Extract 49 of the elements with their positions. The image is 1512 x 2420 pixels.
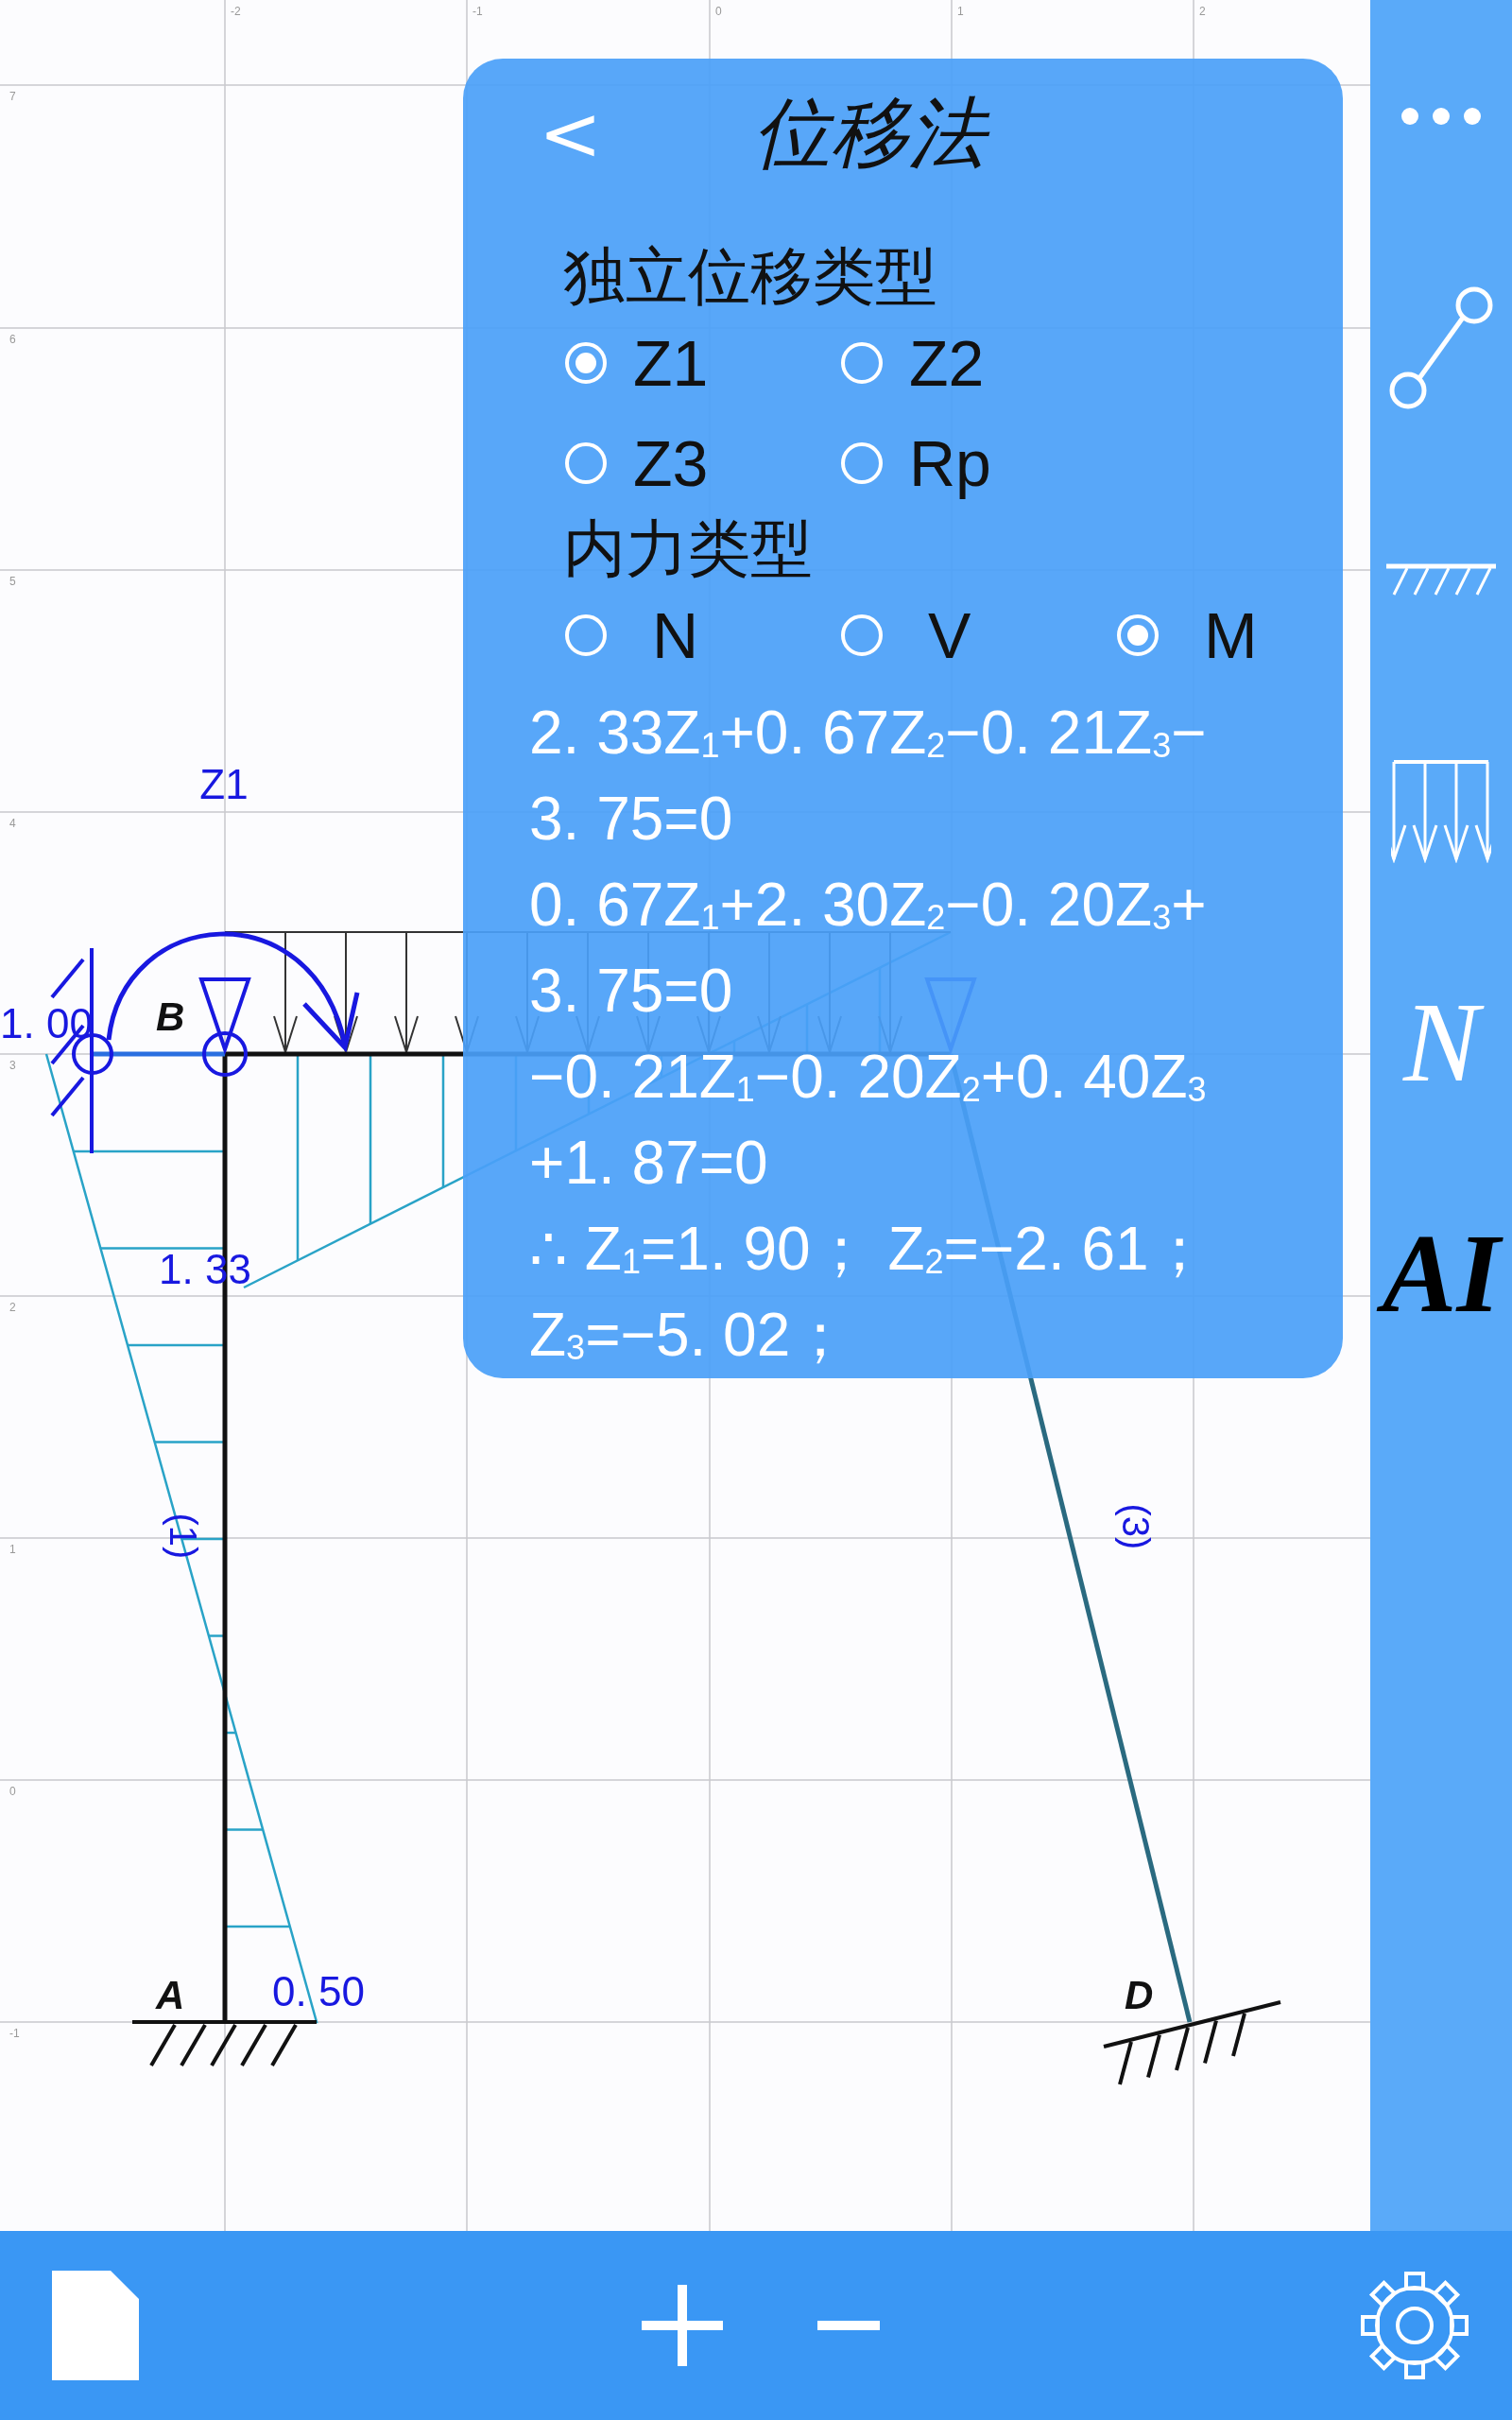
minus-icon [817, 2321, 880, 2330]
settings-icon [1360, 2271, 1469, 2380]
axis-label: 2 [9, 1301, 16, 1314]
member-label: (3) [1115, 1503, 1157, 1550]
radio-option[interactable]: Z2 [841, 320, 1117, 406]
value-label: 0. 50 [272, 1968, 365, 2014]
axis-label: 3 [9, 1059, 16, 1072]
axis-label: 2 [1199, 5, 1206, 18]
node-label: B [156, 994, 185, 1039]
axis-label: -1 [472, 5, 483, 18]
equation-line: ∴ Z$_{1}$=1. 90； Z$_{2}$=−2. 61； [529, 1214, 1211, 1285]
axis-label: 1 [957, 5, 964, 18]
axis-label: 0 [9, 1785, 16, 1798]
radio-option[interactable]: M [1117, 592, 1370, 679]
equation-line: 0. 67Z$_{1}$+2. 30Z$_{2}$−0. 20Z$_{3}$+ [529, 870, 1208, 941]
radio-option[interactable]: N [565, 592, 841, 679]
axis-label: -1 [9, 2027, 20, 2040]
support-icon [1386, 562, 1496, 596]
plus-icon [642, 2285, 723, 2366]
member-label: (1) [163, 1512, 204, 1560]
axis-label: 1 [9, 1543, 16, 1556]
equation-line: 3. 75=0 [529, 956, 734, 1027]
equation-line: +1. 87=0 [529, 1128, 769, 1199]
settings-button[interactable] [1360, 2271, 1469, 2380]
value-label: Z1 [199, 761, 249, 807]
section-heading: 独立位移类型 [563, 239, 938, 315]
equation-line: Z$_{3}$=−5. 02； [529, 1300, 852, 1371]
radio-option[interactable]: Z1 [565, 320, 841, 406]
node-label: A [156, 1973, 185, 2017]
more-icon [1399, 106, 1484, 126]
equation-line: 3. 75=0 [529, 784, 734, 855]
file-icon [52, 2271, 139, 2380]
load-icon [1391, 758, 1491, 863]
axis-label: 6 [9, 333, 16, 346]
axis-label: 5 [9, 575, 16, 588]
radio-option[interactable]: V [841, 592, 1117, 679]
axis-label: 0 [715, 5, 722, 18]
radio-option[interactable]: Rp [841, 420, 1117, 507]
axis-label: -2 [231, 5, 241, 18]
zoom-in-button[interactable] [642, 2285, 723, 2366]
equation-line: 2. 33Z$_{1}$+0. 67Z$_{2}$−0. 21Z$_{3}$− [529, 698, 1208, 769]
radio-option[interactable]: Z3 [565, 420, 841, 507]
equation-line: −0. 21Z$_{1}$−0. 20Z$_{2}$+0. 40Z$_{3}$ [529, 1042, 1208, 1113]
axis-label: 4 [9, 817, 16, 830]
ai-button[interactable]: AI [1368, 1203, 1512, 1344]
axis-label: 7 [9, 90, 16, 103]
member-icon [1389, 285, 1493, 409]
node-label: D [1125, 1973, 1154, 2017]
section-heading: 内力类型 [563, 511, 814, 587]
